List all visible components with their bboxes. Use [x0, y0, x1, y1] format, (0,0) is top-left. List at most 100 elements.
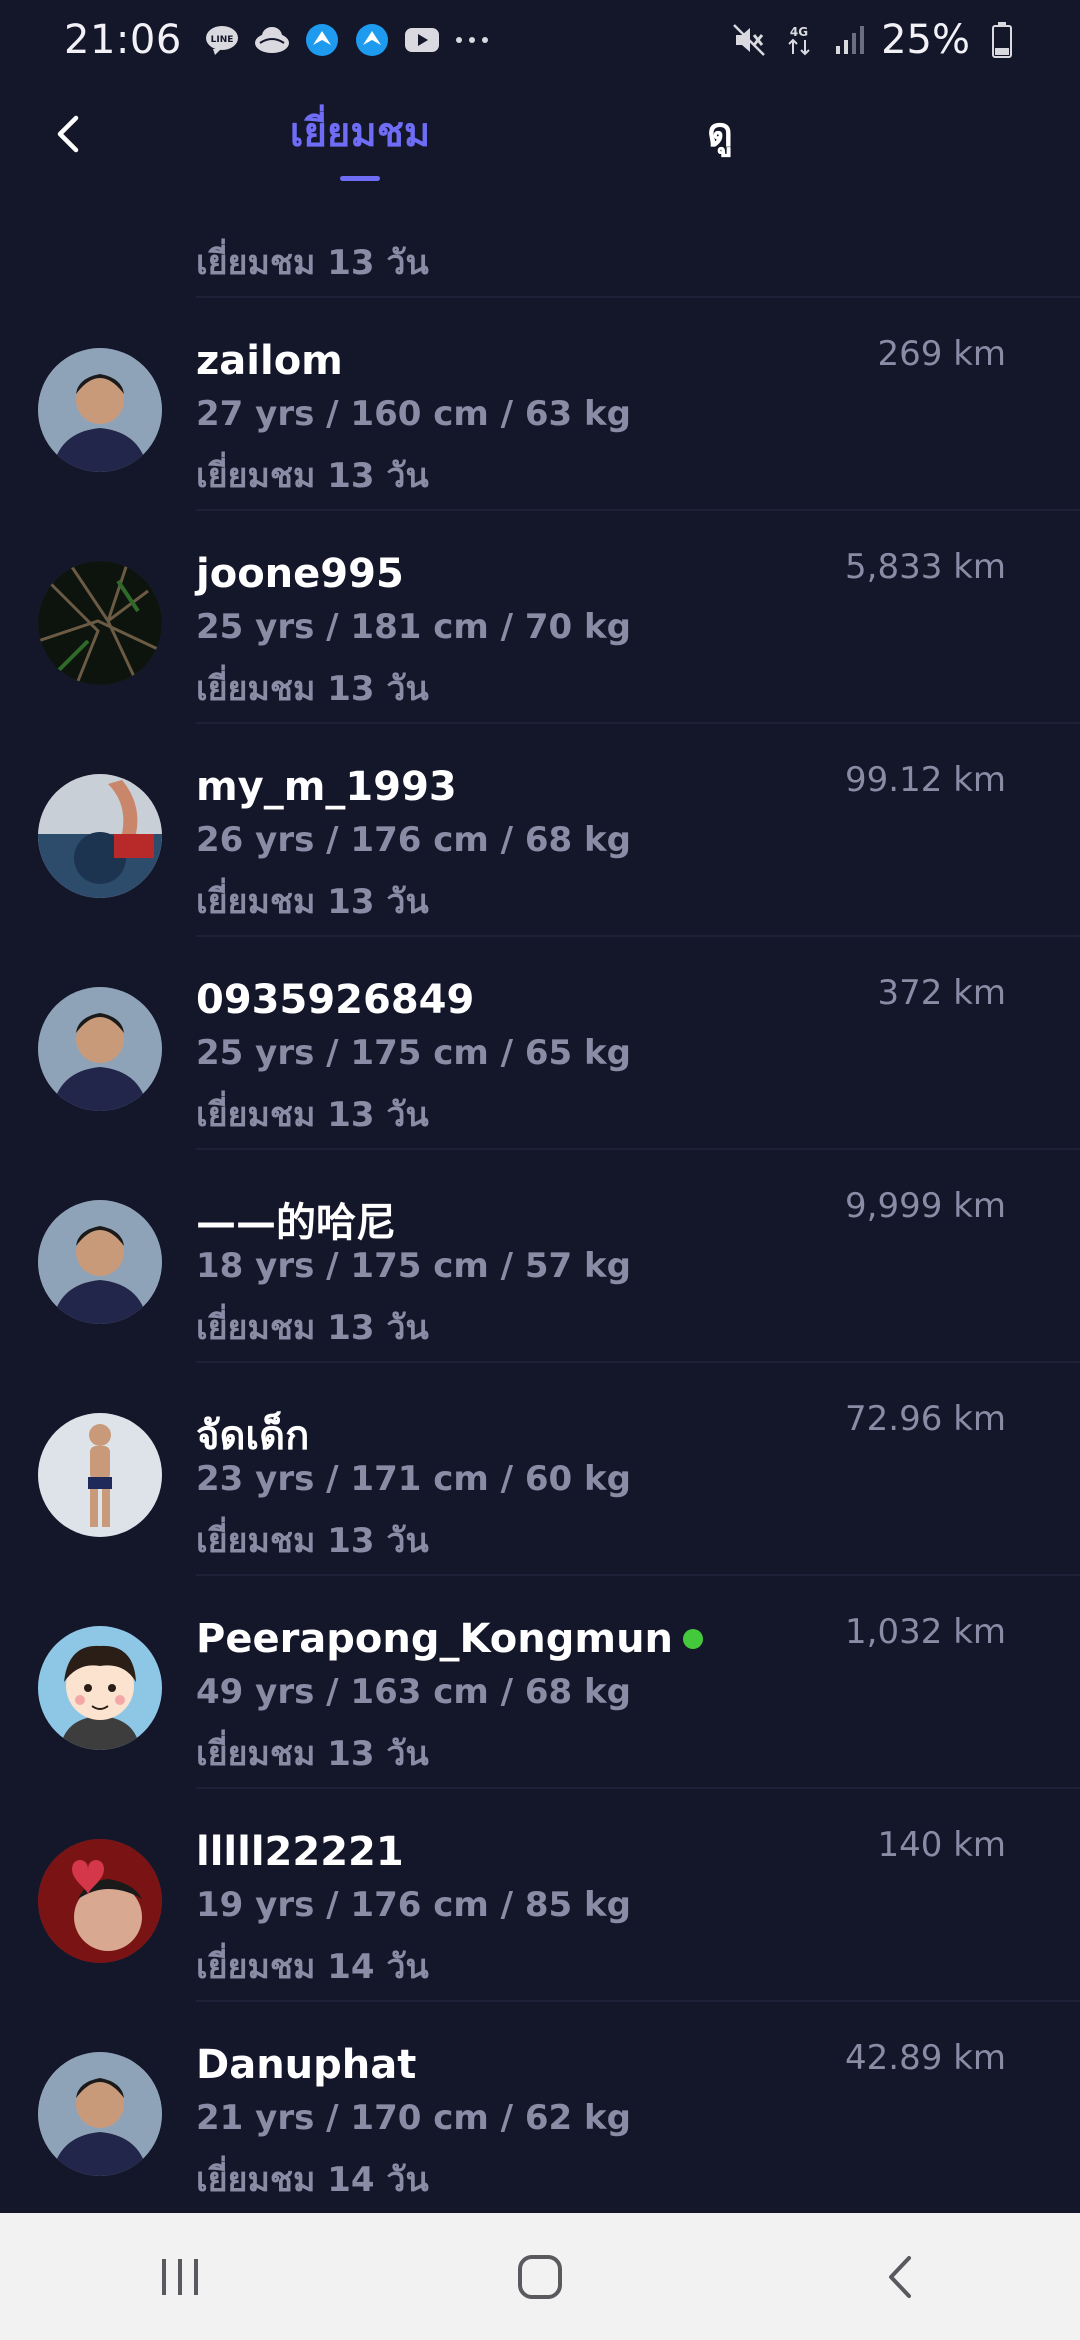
user-name-text: Peerapong_Kongmun [196, 1616, 674, 1662]
recent-apps-icon [162, 2258, 198, 2295]
line-icon: LINE [204, 22, 240, 58]
visited-label: เยี่ยมชม 13 วัน [196, 1095, 429, 1135]
user-stats: 19 yrs / 176 cm / 85 kg [196, 1885, 631, 1925]
avatar[interactable] [38, 561, 162, 685]
avatar[interactable] [38, 1839, 162, 1963]
full-body-photo-avatar [38, 1413, 162, 1537]
svg-text:LINE: LINE [210, 35, 233, 45]
user-stats: 27 yrs / 160 cm / 63 kg [196, 394, 631, 434]
tab-viewed[interactable]: ดู [620, 100, 820, 172]
visitor-list[interactable]: เยี่ยมชม 13 วัน zailom 27 yrs / 160 cm / … [0, 190, 1080, 2213]
planet-app-icon [304, 22, 340, 58]
online-status-dot [683, 1629, 704, 1649]
active-tab-indicator [340, 176, 380, 181]
list-item[interactable]: my_m_1993 26 yrs / 176 cm / 68 kg เยี่ยมชม… [0, 724, 1080, 937]
user-name-text: จัดเด็ก [196, 1413, 310, 1459]
user-stats: 21 yrs / 170 cm / 62 kg [196, 2098, 631, 2138]
user-name: my_m_1993 [196, 764, 457, 810]
list-item[interactable]: joone995 25 yrs / 181 cm / 70 kg เยี่ยมชม … [0, 511, 1080, 724]
visited-label: เยี่ยมชม 13 วัน [196, 1308, 429, 1348]
user-name-text: 0935926849 [196, 977, 475, 1023]
avatar[interactable] [38, 348, 162, 472]
visited-label: เยี่ยมชม 13 วัน [196, 243, 429, 283]
user-name-text: ——的哈尼 [196, 1200, 396, 1246]
battery-percent: 25% [881, 17, 970, 63]
distance-label: 9,999 km [845, 1186, 1006, 1226]
person-photo-avatar [38, 348, 162, 472]
user-name-text: joone995 [196, 551, 404, 597]
avatar[interactable] [38, 1626, 162, 1750]
user-name: joone995 [196, 551, 404, 597]
user-name: 0935926849 [196, 977, 474, 1023]
list-item[interactable]: 0935926849 25 yrs / 175 cm / 65 kg เยี่ยมช… [0, 937, 1080, 1150]
distance-label: 269 km [877, 334, 1006, 374]
visited-label: เยี่ยมชม 13 วัน [196, 456, 429, 496]
user-stats: 25 yrs / 181 cm / 70 kg [196, 607, 631, 647]
user-name: ——的哈尼 [196, 1190, 396, 1248]
visited-label: เยี่ยมชม 13 วัน [196, 882, 429, 922]
user-name: จัดเด็ก [196, 1403, 309, 1467]
home-icon [518, 2254, 562, 2299]
list-item[interactable]: ——的哈尼 18 yrs / 175 cm / 57 kg เยี่ยมชม 13 … [0, 1150, 1080, 1363]
list-item[interactable]: lllll22221 19 yrs / 176 cm / 85 kg เยี่ยมช… [0, 1789, 1080, 2002]
system-icons: 4G 25% [731, 17, 1020, 63]
user-stats: 49 yrs / 163 cm / 68 kg [196, 1672, 631, 1712]
visited-label: เยี่ยมชม 13 วัน [196, 669, 429, 709]
signal-icon [831, 22, 867, 58]
avatar[interactable] [38, 1200, 162, 1324]
branches-photo-avatar [38, 561, 162, 685]
list-item[interactable]: Danuphat 21 yrs / 170 cm / 62 kg เยี่ยมชม … [0, 2002, 1080, 2213]
nav-back-button[interactable] [840, 2237, 960, 2317]
user-name: lllll22221 [196, 1829, 404, 1875]
user-name-text: my_m_1993 [196, 764, 457, 810]
notification-icons: LINE [204, 22, 490, 58]
visited-label: เยี่ยมชม 14 วัน [196, 2160, 429, 2200]
user-name-text: zailom [196, 338, 343, 384]
visited-label: เยี่ยมชม 13 วัน [196, 1734, 429, 1774]
youtube-icon [404, 22, 440, 58]
cloud-app-icon [254, 22, 290, 58]
back-button[interactable] [36, 102, 100, 166]
mute-icon [731, 22, 767, 58]
avatar[interactable] [38, 987, 162, 1111]
distance-label: 5,833 km [845, 547, 1006, 587]
distance-label: 99.12 km [845, 760, 1006, 800]
battery-icon [984, 22, 1020, 58]
person-photo-avatar [38, 987, 162, 1111]
avatar[interactable] [38, 2052, 162, 2176]
user-name: zailom [196, 338, 343, 384]
list-item[interactable]: Peerapong_Kongmun 49 yrs / 163 cm / 68 kg… [0, 1576, 1080, 1789]
user-stats: 18 yrs / 175 cm / 57 kg [196, 1246, 631, 1286]
distance-label: 72.96 km [845, 1399, 1006, 1439]
avatar[interactable] [38, 774, 162, 898]
distance-label: 140 km [877, 1825, 1006, 1865]
distance-label: 372 km [877, 973, 1006, 1013]
svg-text:4G: 4G [790, 25, 808, 39]
distance-label: 1,032 km [845, 1612, 1006, 1652]
status-bar: 21:06 LINE 4G 25% [0, 0, 1080, 80]
list-item-partial[interactable]: เยี่ยมชม 13 วัน [0, 190, 1080, 298]
cartoon-avatar [38, 1626, 162, 1750]
top-header: เยี่ยมชม ดู [0, 80, 1080, 190]
visited-label: เยี่ยมชม 13 วัน [196, 1521, 429, 1561]
person-photo-avatar [38, 2052, 162, 2176]
user-name: Peerapong_Kongmun [196, 1616, 704, 1662]
status-time: 21:06 [64, 17, 182, 63]
home-button[interactable] [480, 2237, 600, 2317]
visitor-list-content: เยี่ยมชม 13 วัน zailom 27 yrs / 160 cm / … [0, 190, 1080, 2213]
recent-apps-button[interactable] [120, 2237, 240, 2317]
user-stats: 26 yrs / 176 cm / 68 kg [196, 820, 631, 860]
user-name: Danuphat [196, 2042, 416, 2088]
tab-visited[interactable]: เยี่ยมชม [260, 100, 460, 172]
system-nav-bar [0, 2213, 1080, 2340]
list-item[interactable]: zailom 27 yrs / 160 cm / 63 kg เยี่ยมชม 13… [0, 298, 1080, 511]
list-item[interactable]: จัดเด็ก 23 yrs / 171 cm / 60 kg เยี่ยมชม 1… [0, 1363, 1080, 1576]
network-4g-icon: 4G [781, 22, 817, 58]
avatar[interactable] [38, 1413, 162, 1537]
user-name-text: Danuphat [196, 2042, 417, 2088]
more-icon [454, 22, 490, 58]
user-stats: 25 yrs / 175 cm / 65 kg [196, 1033, 631, 1073]
back-icon [889, 2255, 911, 2298]
heart-selfie-avatar [38, 1839, 162, 1963]
motorbike-photo-avatar [38, 774, 162, 898]
